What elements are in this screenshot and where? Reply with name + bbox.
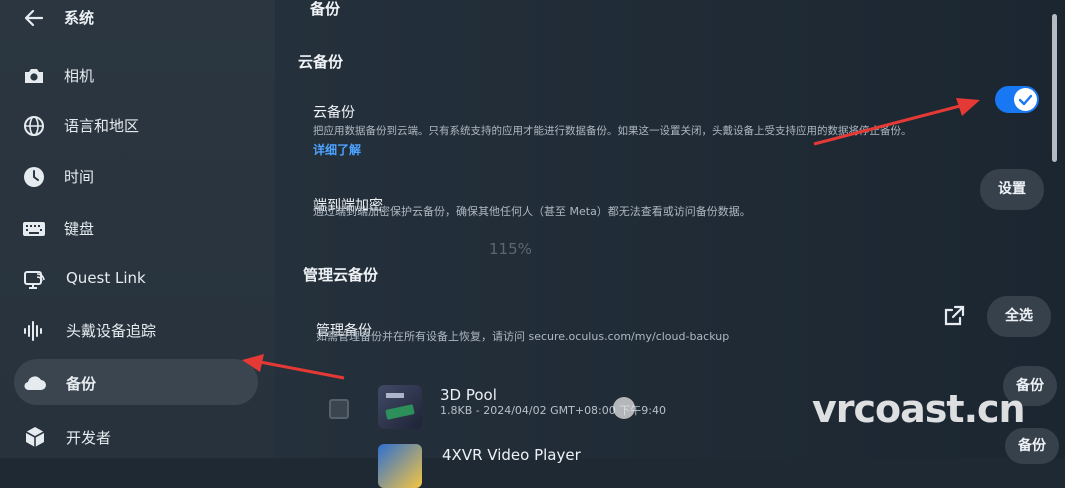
sidebar-item-label: 键盘 (64, 220, 95, 238)
camera-icon (25, 69, 43, 83)
toggle-knob (1014, 88, 1037, 111)
page-title: 备份 (310, 0, 341, 18)
select-all-button[interactable]: 全选 (987, 296, 1051, 337)
pool-table-icon (385, 393, 415, 420)
keyboard-icon (23, 222, 45, 236)
annotation-arrow-backup (242, 354, 345, 380)
external-link-icon[interactable] (942, 304, 966, 328)
sidebar-item-label: 开发者 (66, 429, 112, 447)
pointer-cursor (613, 397, 635, 419)
sidebar-item-label: 头戴设备追踪 (66, 322, 157, 340)
sidebar-item-label: 备份 (66, 375, 97, 393)
app-thumbnail (378, 385, 422, 429)
sidebar-item-label: Quest Link (66, 269, 146, 287)
cloud-backup-title: 云备份 (313, 105, 355, 121)
cloud-icon (24, 376, 46, 391)
clock-icon (24, 167, 44, 187)
sidebar-item-label: 语言和地区 (64, 117, 140, 135)
encryption-description: 通过端到端加密保护云备份，确保其他任何人（甚至 Meta）都无法查看或访问备份数… (313, 205, 751, 218)
cloud-backup-toggle[interactable] (995, 86, 1039, 113)
tracking-icon (24, 321, 42, 341)
cube-icon (25, 427, 45, 447)
encryption-setup-button[interactable]: 设置 (980, 169, 1044, 210)
sidebar-active-highlight (14, 359, 258, 405)
app-backup-button[interactable]: 备份 (1005, 428, 1059, 464)
app-thumbnail (378, 444, 422, 488)
check-icon (1018, 94, 1033, 106)
sidebar-header-title: 系统 (64, 9, 95, 27)
manage-backup-section-title: 管理云备份 (303, 266, 379, 284)
manage-backup-description: 如需管理备份并在所有设备上恢复，请访问 secure.oculus.com/my… (316, 330, 730, 343)
quest-link-icon (24, 271, 45, 289)
cloud-backup-section-title: 云备份 (298, 53, 344, 71)
globe-icon (24, 116, 44, 136)
sidebar: 系统 相机 语言和地区 时间 键盘 Quest Link 头戴设备追踪 备份 开… (0, 0, 275, 458)
scrollbar[interactable] (1052, 14, 1057, 162)
app-name: 4XVR Video Player (442, 446, 581, 464)
annotation-arrow-toggle (813, 98, 980, 146)
watermark: vrcoast.cn (812, 387, 1026, 431)
back-arrow-icon[interactable] (22, 6, 46, 30)
app-checkbox[interactable] (329, 399, 349, 419)
sidebar-item-label: 时间 (64, 168, 95, 186)
sidebar-item-label: 相机 (64, 67, 95, 85)
zoom-indicator: 115% (489, 240, 532, 258)
learn-more-link[interactable]: 详细了解 (313, 141, 361, 158)
